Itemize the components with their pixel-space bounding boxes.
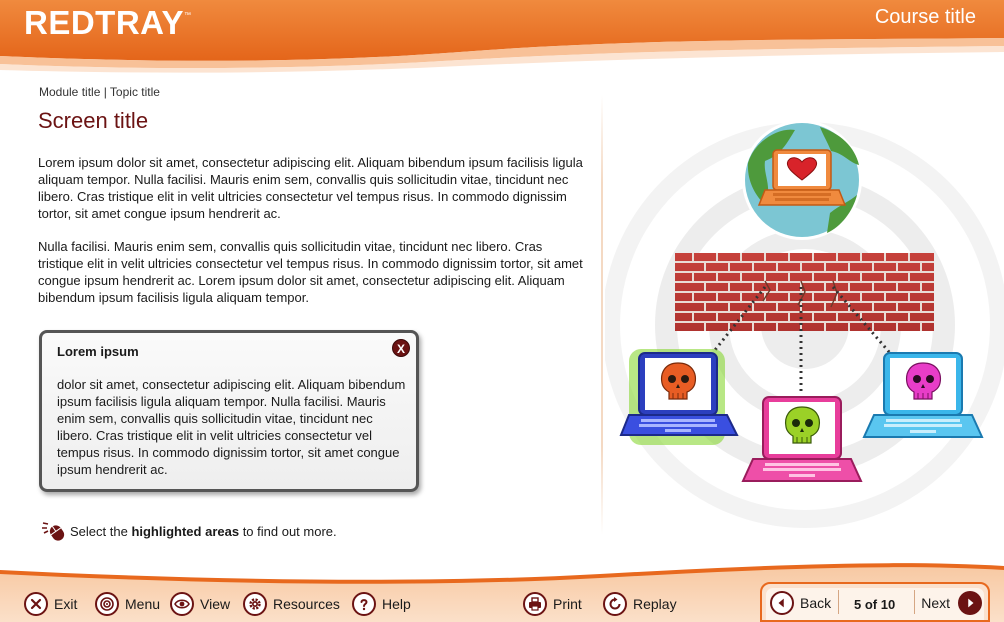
page-counter: 5 of 10 xyxy=(854,597,896,612)
redtray-logo: REDTRAY xyxy=(24,4,184,41)
page-navigation: Back 5 of 10 Next xyxy=(760,582,990,622)
view-button[interactable]: View xyxy=(170,591,230,617)
course-title: Course title xyxy=(874,6,976,28)
question-icon xyxy=(352,592,376,616)
next-label: Next xyxy=(921,595,950,611)
popup-close-button[interactable]: X xyxy=(392,339,410,357)
menu-button[interactable]: Menu xyxy=(95,591,160,617)
arrow-left-icon xyxy=(770,591,794,615)
print-label: Print xyxy=(553,596,582,612)
help-button[interactable]: Help xyxy=(352,591,411,617)
target-icon xyxy=(95,592,119,616)
next-button[interactable]: Next xyxy=(921,590,982,616)
orange-skull-laptop-icon[interactable] xyxy=(619,349,739,445)
back-button[interactable]: Back xyxy=(770,590,831,616)
nav-separator xyxy=(914,590,915,614)
exit-button[interactable]: Exit xyxy=(24,591,77,617)
popup-body: dolor sit amet, consectetur adipiscing e… xyxy=(57,377,406,477)
close-icon xyxy=(24,592,48,616)
body-paragraph-1: Lorem ipsum dolor sit amet, consectetur … xyxy=(38,155,583,221)
network-illustration xyxy=(605,120,1004,528)
printer-icon xyxy=(523,592,547,616)
info-popup: Lorem ipsum X dolor sit amet, consectetu… xyxy=(39,330,419,492)
view-label: View xyxy=(200,596,231,612)
replay-icon xyxy=(603,592,627,616)
instruction-prefix: Select the xyxy=(70,523,132,539)
breadcrumb: Module title | Topic title xyxy=(39,85,160,99)
exit-label: Exit xyxy=(54,596,78,612)
replay-button[interactable]: Replay xyxy=(603,591,677,617)
arrow-right-icon xyxy=(958,591,982,615)
replay-label: Replay xyxy=(633,596,677,612)
content-divider xyxy=(601,95,603,535)
nav-separator xyxy=(838,590,839,614)
print-button[interactable]: Print xyxy=(523,591,582,617)
popup-heading: Lorem ipsum xyxy=(57,344,139,359)
help-label: Help xyxy=(382,596,411,612)
back-label: Back xyxy=(800,595,832,611)
resources-button[interactable]: Resources xyxy=(243,591,340,617)
body-paragraph-2: Nulla facilisi. Mauris enim sem, convall… xyxy=(38,239,583,305)
instruction-emphasis: highlighted areas xyxy=(131,523,240,539)
instruction: Select the highlighted areas to find out… xyxy=(40,520,337,542)
trademark-mark: ™ xyxy=(184,12,191,19)
instruction-suffix: to find out more. xyxy=(239,523,337,539)
resources-label: Resources xyxy=(273,596,340,612)
menu-label: Menu xyxy=(125,596,161,612)
screen-title: Screen title xyxy=(38,108,149,133)
eye-icon xyxy=(170,592,194,616)
gear-icon xyxy=(243,592,267,616)
brick-firewall-icon xyxy=(675,253,934,331)
mouse-click-icon xyxy=(42,522,65,541)
